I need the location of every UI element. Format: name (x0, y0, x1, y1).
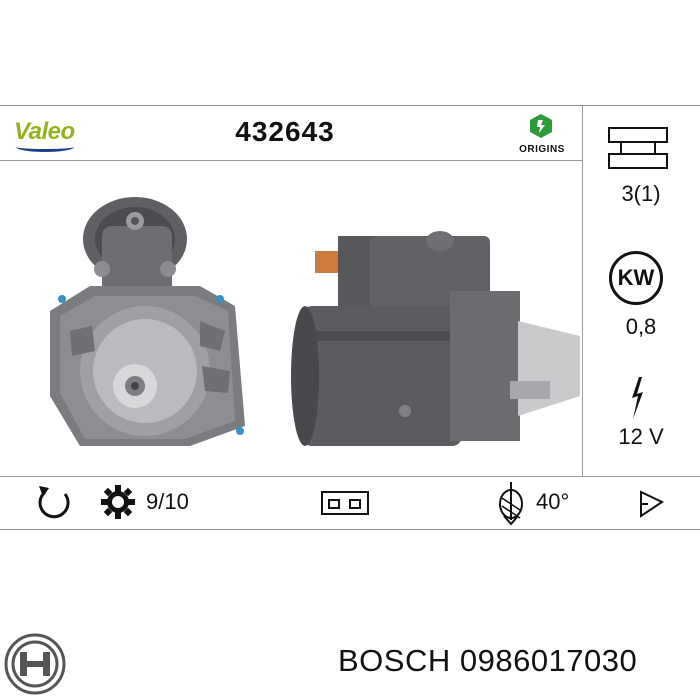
power-value: 0,8 (625, 314, 657, 339)
bosch-logo (4, 633, 66, 695)
mounting-holes-value: 3(1) (621, 181, 661, 206)
header-divider (0, 160, 582, 161)
gear-icon (101, 485, 135, 519)
bottom-row-divider (0, 476, 700, 477)
power-unit-label: KW (617, 265, 655, 290)
origins-icon (530, 114, 552, 138)
teeth-count: 9/10 (146, 489, 189, 514)
lightning-icon (632, 377, 643, 419)
part-number: 432643 (235, 116, 335, 147)
origins-label: ORIGINS (519, 144, 565, 155)
pinion-cone-icon (640, 490, 664, 518)
mounting-flange-icon (608, 127, 668, 169)
footer-brand-part: BOSCH 0986017030 (338, 643, 638, 678)
terminal-connector-icon (321, 491, 369, 515)
voltage-value: 12 V (618, 424, 664, 449)
rotation-icon (38, 486, 70, 519)
pinion-angle-icon (499, 482, 523, 526)
valeo-swoosh-icon (16, 142, 74, 152)
product-card: Valeo 432643 ORIGINS 3(1) KW 0,8 12 V 9/… (0, 105, 700, 530)
starter-motor-image (50, 197, 580, 446)
starter-front-view (50, 197, 245, 446)
pinion-angle-value: 40° (536, 489, 570, 514)
starter-side-view (291, 231, 580, 446)
kw-badge-icon: KW (609, 251, 663, 305)
